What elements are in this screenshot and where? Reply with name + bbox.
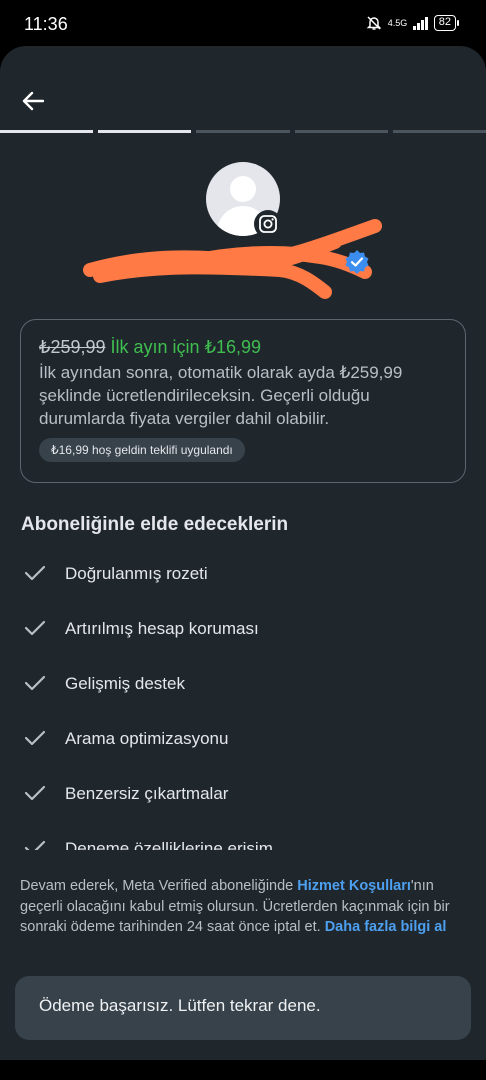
benefit-label: Arama optimizasyonu xyxy=(65,729,229,748)
legal-text-part: Devam ederek, Meta Verified aboneliğinde xyxy=(20,878,298,894)
benefit-item: Gelişmiş destek xyxy=(0,664,486,719)
verified-badge-icon xyxy=(345,250,369,274)
checkmark-icon xyxy=(24,675,46,691)
benefits-list: Doğrulanmış rozeti Artırılmış hesap koru… xyxy=(0,554,486,850)
subscription-sheet: ₺259,99 İlk ayın için ₺16,99 İlk ayından… xyxy=(0,46,486,1080)
benefit-label: Doğrulanmış rozeti xyxy=(65,564,208,583)
benefit-label: Deneme özelliklerine erişim xyxy=(65,839,273,850)
benefit-label: Benzersiz çıkartmalar xyxy=(65,784,229,803)
network-type: 4.5G xyxy=(387,18,408,28)
benefit-item: Arama optimizasyonu xyxy=(0,719,486,774)
benefits-title: Aboneliğinle elde edeceklerin xyxy=(21,514,289,535)
arrow-left-icon xyxy=(22,91,44,111)
progress-step xyxy=(98,130,192,133)
progress-step xyxy=(294,130,388,133)
price-card: ₺259,99 İlk ayın için ₺16,99 İlk ayından… xyxy=(20,319,466,483)
status-bar: 11:36 4.5G 82 xyxy=(0,0,486,50)
progress-step xyxy=(0,130,94,133)
checkmark-icon xyxy=(24,730,46,746)
status-time: 11:36 xyxy=(24,14,68,34)
progress-step xyxy=(196,130,290,133)
bell-muted-icon xyxy=(366,16,382,30)
price-description: İlk ayından sonra, otomatik olarak ayda … xyxy=(39,363,403,428)
checkmark-icon xyxy=(24,620,46,636)
back-button[interactable] xyxy=(16,84,50,118)
signal-icon xyxy=(413,16,428,30)
price-line: ₺259,99 İlk ayın için ₺16,99 xyxy=(39,336,447,358)
legal-text: Devam ederek, Meta Verified aboneliğinde… xyxy=(20,876,470,938)
learn-more-link[interactable]: Daha fazla bilgi al xyxy=(325,919,447,935)
checkmark-icon xyxy=(24,565,46,581)
benefit-label: Gelişmiş destek xyxy=(65,674,185,693)
navigation-bar xyxy=(0,1060,486,1080)
legal-footer: Devam ederek, Meta Verified aboneliğinde… xyxy=(0,850,486,1080)
battery-icon: 82 xyxy=(433,15,460,31)
checkmark-icon xyxy=(24,840,46,850)
terms-link[interactable]: Hizmet Koşulları xyxy=(297,878,411,894)
old-price: ₺259,99 xyxy=(39,337,106,357)
benefit-item: Deneme özelliklerine erişim xyxy=(0,829,486,850)
toast-message: Ödeme başarısız. Lütfen tekrar dene. xyxy=(39,996,321,1015)
step-progress xyxy=(0,130,486,133)
benefit-label: Artırılmış hesap koruması xyxy=(65,619,259,638)
checkmark-icon xyxy=(24,785,46,801)
benefit-item: Doğrulanmış rozeti xyxy=(0,554,486,609)
status-icons: 4.5G 82 xyxy=(366,15,460,31)
benefit-item: Benzersiz çıkartmalar xyxy=(0,774,486,829)
promo-price: İlk ayın için ₺16,99 xyxy=(110,337,262,357)
error-toast[interactable]: Ödeme başarısız. Lütfen tekrar dene. xyxy=(15,976,471,1040)
progress-step xyxy=(392,130,486,133)
offer-chip: ₺16,99 hoş geldin teklifi uygulandı xyxy=(39,438,245,462)
benefit-item: Artırılmış hesap koruması xyxy=(0,609,486,664)
